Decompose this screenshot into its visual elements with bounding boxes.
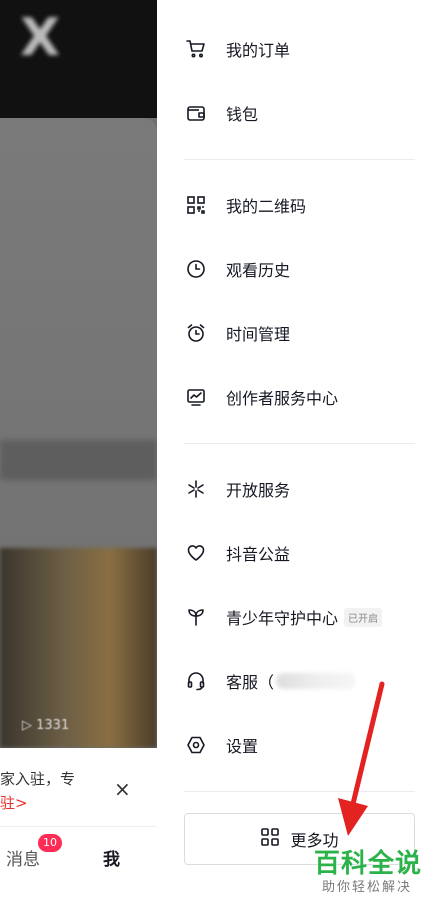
menu-item-time-management[interactable]: 时间管理 (185, 313, 290, 353)
watermark-subtitle: 助你轻松解决 (322, 880, 413, 895)
menu-item-label: 观看历史 (226, 261, 291, 280)
watermark-title: 百科全说 (314, 849, 423, 879)
nav-messages-badge: 10 (38, 834, 62, 852)
wallet-icon (185, 102, 207, 124)
spark-icon (185, 478, 207, 500)
menu-item-charity[interactable]: 抖音公益 (185, 533, 290, 573)
menu-item-label: 我的二维码 (226, 197, 307, 216)
watermark: 百科全说 助你轻松解决 (314, 843, 439, 903)
background-strip (0, 440, 157, 480)
menu-item-wallet[interactable]: 钱包 (185, 93, 258, 133)
menu-item-label: 抖音公益 (226, 545, 291, 564)
menu-item-label: 客服（ (226, 673, 275, 692)
banner-link[interactable]: 驻> (0, 792, 28, 813)
side-drawer: 我的订单 钱包 我的二维码 观看历史 时间管理 创作者服务中心 开放服务 抖音公… (157, 0, 439, 903)
menu-divider (184, 443, 415, 444)
menu-divider (184, 159, 415, 160)
menu-item-label: 开放服务 (226, 481, 291, 500)
grid-icon (260, 827, 280, 851)
cart-icon (185, 38, 207, 60)
menu-item-label: 设置 (226, 737, 259, 756)
background-logo: X (20, 8, 61, 68)
menu-item-label: 创作者服务中心 (226, 389, 339, 408)
qrcode-icon (185, 194, 207, 216)
headset-icon (185, 670, 207, 692)
alarm-icon (185, 322, 207, 344)
menu-item-creator-center[interactable]: 创作者服务中心 (185, 377, 338, 417)
menu-item-qrcode[interactable]: 我的二维码 (185, 185, 306, 225)
menu-item-orders[interactable]: 我的订单 (185, 29, 290, 69)
background-card (0, 118, 157, 548)
hexagon-icon (185, 734, 207, 756)
creator-chart-icon (185, 386, 207, 408)
clock-icon (185, 258, 207, 280)
sprout-icon (185, 606, 207, 628)
banner-text: 家入驻，专 (0, 770, 76, 788)
nav-messages[interactable]: 消息 (6, 845, 40, 870)
menu-item-label: 时间管理 (226, 325, 291, 344)
red-arrow-annotation (338, 681, 385, 836)
menu-item-label: 青少年守护中心 (226, 609, 339, 628)
menu-item-settings[interactable]: 设置 (185, 725, 258, 765)
menu-item-open-services[interactable]: 开放服务 (185, 469, 290, 509)
background-page: X ▷ 1331 家入驻，专 驻> × 消息 10 我 (0, 0, 157, 903)
menu-item-label: 钱包 (226, 105, 259, 124)
banner-close-icon[interactable]: × (114, 777, 131, 801)
heart-icon (185, 542, 207, 564)
nav-me[interactable]: 我 (103, 845, 120, 870)
menu-item-history[interactable]: 观看历史 (185, 249, 290, 289)
menu-item-label: 我的订单 (226, 41, 291, 60)
background-view-count: ▷ 1331 (22, 718, 70, 733)
status-badge: 已开启 (344, 607, 383, 627)
menu-item-youth-protection[interactable]: 青少年守护中心 已开启 (185, 597, 383, 637)
